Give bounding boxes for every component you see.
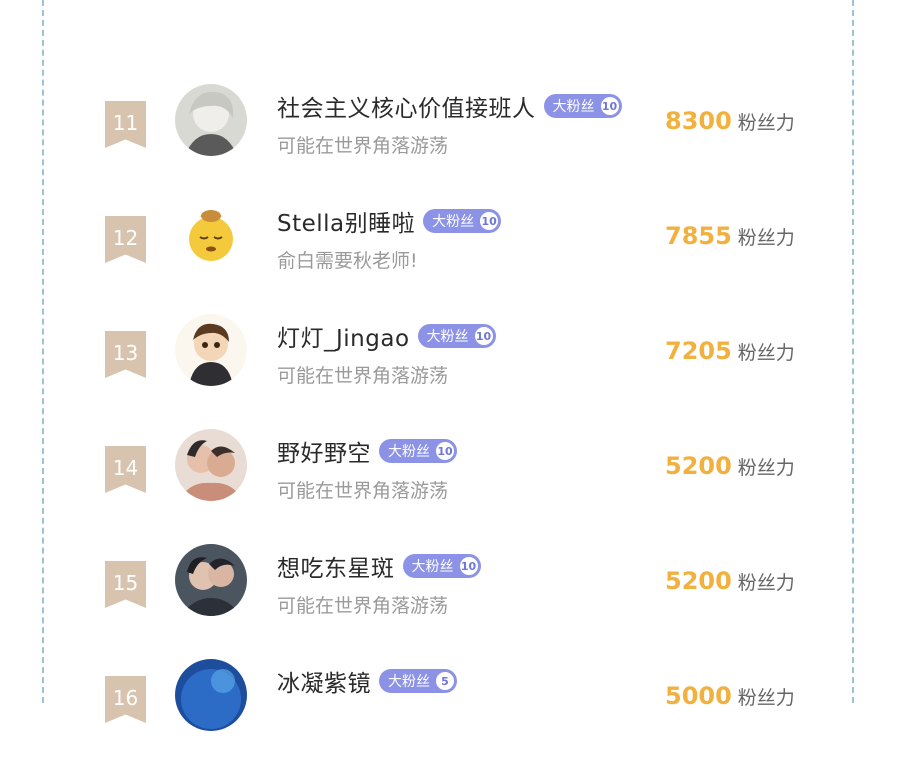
fan-badge: 大粉丝 10 [423, 209, 502, 233]
fan-power: 5200 粉丝力 [665, 452, 795, 480]
ranking-row[interactable]: 16 冰凝紫镜 大粉丝 5 5000 粉丝力 [0, 659, 900, 776]
fan-power: 7855 粉丝力 [665, 222, 795, 250]
fan-power-value: 5000 [665, 682, 732, 710]
anime-white-hair-avatar-icon[interactable] [175, 84, 247, 156]
rank-ribbon: 11 [105, 101, 146, 148]
fan-power-value: 5200 [665, 452, 732, 480]
sleepy-emoji-avatar-icon[interactable] [175, 199, 247, 271]
fan-power: 8300 粉丝力 [665, 107, 795, 135]
fan-power-unit: 粉丝力 [737, 572, 795, 594]
user-status: 俞白需要秋老师! [277, 250, 418, 272]
fan-power-unit: 粉丝力 [737, 457, 795, 479]
rank-ribbon: 14 [105, 446, 146, 493]
fan-power-unit: 粉丝力 [737, 227, 795, 249]
fan-power-value: 7855 [665, 222, 732, 250]
rank-ribbon: 16 [105, 676, 146, 723]
rank-ribbon: 15 [105, 561, 146, 608]
user-name[interactable]: Stella别睡啦 [277, 204, 415, 238]
ranking-row[interactable]: 12 Stella别睡啦 大粉丝 10 俞白需要秋老师! 7855 粉丝力 [0, 199, 900, 316]
fan-power: 7205 粉丝力 [665, 337, 795, 365]
rank-ribbon: 12 [105, 216, 146, 263]
ranking-row[interactable]: 14 野好野空 大粉丝 10 可能在世界角落游荡 5200 粉丝力 [0, 429, 900, 546]
user-name[interactable]: 灯灯_Jingao [277, 319, 410, 353]
fan-power: 5200 粉丝力 [665, 567, 795, 595]
user-status: 可能在世界角落游荡 [277, 135, 449, 157]
user-name[interactable]: 想吃东星斑 [277, 549, 395, 583]
fan-badge: 大粉丝 5 [379, 669, 457, 693]
couple-dark-avatar-icon[interactable] [175, 544, 247, 616]
fan-badge: 大粉丝 10 [417, 324, 496, 348]
user-status: 可能在世界角落游荡 [277, 480, 449, 502]
ranking-row[interactable]: 15 想吃东星斑 大粉丝 10 可能在世界角落游荡 5200 粉丝力 [0, 544, 900, 661]
badge-level: 10 [474, 327, 493, 345]
fan-power-unit: 粉丝力 [737, 112, 795, 134]
badge-level: 10 [436, 442, 454, 460]
user-name[interactable]: 野好野空 [277, 434, 371, 468]
fan-power-value: 8300 [665, 107, 732, 135]
chibi-boy-avatar-icon[interactable] [175, 314, 247, 386]
user-name[interactable]: 社会主义核心价值接班人 [277, 89, 536, 123]
badge-level: 10 [600, 97, 619, 115]
fan-power: 5000 粉丝力 [665, 682, 795, 710]
fan-power-value: 7205 [665, 337, 732, 365]
fan-badge: 大粉丝 10 [543, 94, 622, 118]
fan-badge: 大粉丝 10 [379, 439, 457, 463]
fan-power-unit: 粉丝力 [737, 342, 795, 364]
user-status: 可能在世界角落游荡 [277, 365, 449, 387]
ranking-row[interactable]: 11 社会主义核心价值接班人 大粉丝 10 可能在世界角落游荡 8300 粉丝力 [0, 84, 900, 201]
ranking-row[interactable]: 13 灯灯_Jingao 大粉丝 10 可能在世界角落游荡 7205 粉丝力 [0, 314, 900, 431]
couple-art-avatar-icon[interactable] [175, 429, 247, 501]
fan-power-value: 5200 [665, 567, 732, 595]
fan-power-unit: 粉丝力 [737, 687, 795, 709]
fan-badge: 大粉丝 10 [402, 554, 481, 578]
user-name[interactable]: 冰凝紫镜 [277, 664, 371, 698]
rank-ribbon: 13 [105, 331, 146, 378]
badge-level: 5 [436, 672, 454, 690]
badge-level: 10 [459, 557, 478, 575]
blue-water-avatar-icon[interactable] [175, 659, 247, 731]
badge-level: 10 [480, 212, 499, 230]
user-status: 可能在世界角落游荡 [277, 595, 449, 617]
